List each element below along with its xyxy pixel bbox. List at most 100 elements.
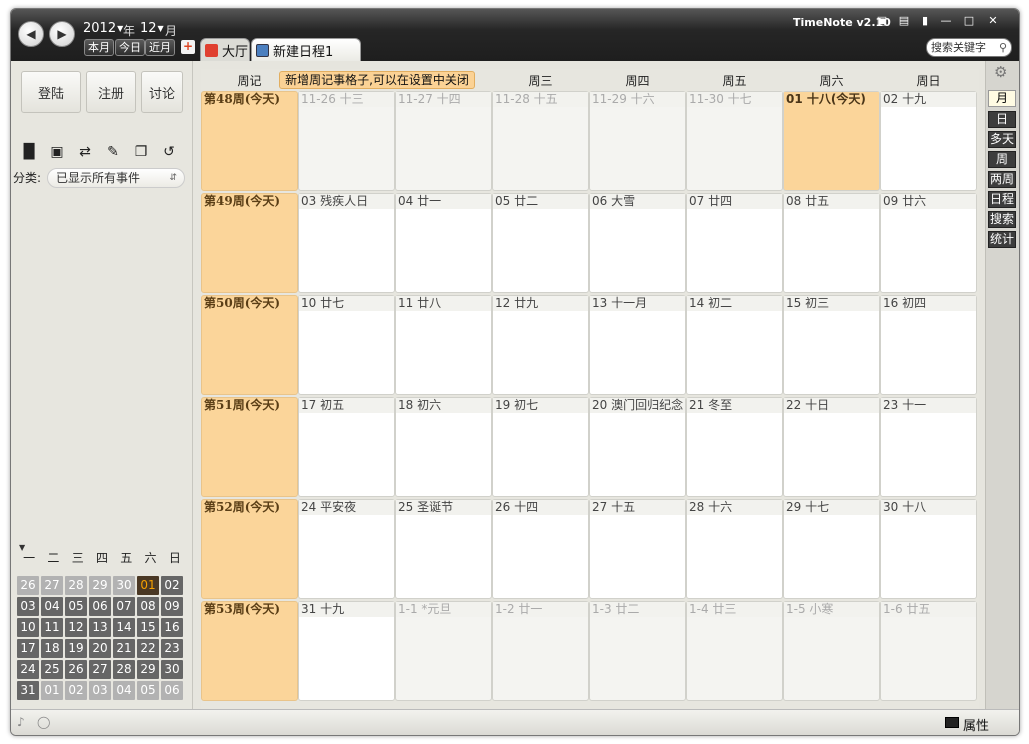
view-schedule-button[interactable]: 日程: [988, 191, 1016, 208]
mini-calendar-day[interactable]: 02: [65, 681, 87, 700]
mini-calendar-day[interactable]: 15: [137, 618, 159, 637]
mini-calendar-day[interactable]: 28: [65, 576, 87, 595]
mini-calendar-day[interactable]: 06: [161, 681, 183, 700]
undo-icon[interactable]: ↺: [159, 142, 179, 162]
category-select[interactable]: 已显示所有事件 ⇵: [47, 168, 185, 188]
mini-calendar-day[interactable]: 30: [113, 576, 135, 595]
close-icon[interactable]: ✕: [986, 14, 1000, 27]
day-cell[interactable]: 25 圣诞节: [395, 499, 492, 599]
mini-calendar-day[interactable]: 12: [65, 618, 87, 637]
day-cell[interactable]: 1-1 *元旦: [395, 601, 492, 701]
mini-calendar-day[interactable]: 29: [89, 576, 111, 595]
day-cell[interactable]: 1-3 廿二: [589, 601, 686, 701]
mini-calendar-day[interactable]: 25: [41, 660, 63, 679]
day-cell[interactable]: 19 初七: [492, 397, 589, 497]
prev-month-button[interactable]: ◀: [18, 21, 44, 47]
lock-icon[interactable]: ▮: [918, 14, 932, 27]
mini-calendar-day[interactable]: 04: [113, 681, 135, 700]
mini-calendar-day[interactable]: 30: [161, 660, 183, 679]
day-cell[interactable]: 08 廿五: [783, 193, 880, 293]
mini-calendar-day[interactable]: 01: [137, 576, 159, 595]
login-button[interactable]: 登陆: [21, 71, 81, 113]
view-day-button[interactable]: 日: [988, 111, 1016, 128]
view-week-button[interactable]: 周: [988, 151, 1016, 168]
day-cell[interactable]: 26 十四: [492, 499, 589, 599]
open-folder-icon[interactable]: █: [19, 142, 39, 162]
day-cell[interactable]: 10 廿七: [298, 295, 395, 395]
mini-calendar-toggle-icon[interactable]: ▼: [19, 543, 25, 552]
search-icon[interactable]: ⚲: [999, 39, 1007, 56]
week-note-cell[interactable]: 第53周(今天): [201, 601, 298, 701]
week-note-cell[interactable]: 第51周(今天): [201, 397, 298, 497]
add-tab-icon[interactable]: +: [181, 40, 195, 54]
day-cell[interactable]: 11 廿八: [395, 295, 492, 395]
day-cell[interactable]: 11-27 十四: [395, 91, 492, 191]
day-cell[interactable]: 01 十八(今天): [783, 91, 880, 191]
maximize-icon[interactable]: □: [962, 14, 976, 27]
day-cell[interactable]: 14 初二: [686, 295, 783, 395]
mini-calendar-day[interactable]: 26: [17, 576, 39, 595]
day-cell[interactable]: 13 十一月: [589, 295, 686, 395]
month-select[interactable]: 12▼: [140, 21, 164, 36]
minimize-icon[interactable]: —: [939, 14, 953, 27]
day-cell[interactable]: 1-6 廿五: [880, 601, 977, 701]
properties-icon[interactable]: [945, 717, 959, 728]
day-cell[interactable]: 1-2 廿一: [492, 601, 589, 701]
mini-calendar-day[interactable]: 10: [17, 618, 39, 637]
this-month-button[interactable]: 本月: [84, 39, 114, 56]
mini-calendar-day[interactable]: 26: [65, 660, 87, 679]
properties-label[interactable]: 属性: [963, 715, 989, 734]
gear-icon[interactable]: ⚙: [994, 63, 1007, 81]
week-note-cell[interactable]: 第49周(今天): [201, 193, 298, 293]
day-cell[interactable]: 04 廿一: [395, 193, 492, 293]
day-cell[interactable]: 05 廿二: [492, 193, 589, 293]
mini-calendar-day[interactable]: 23: [161, 639, 183, 658]
view-two-week-button[interactable]: 两周: [988, 171, 1016, 188]
mini-calendar-day[interactable]: 27: [41, 576, 63, 595]
save-icon[interactable]: ▣: [47, 142, 67, 162]
day-cell[interactable]: 11-26 十三: [298, 91, 395, 191]
mini-calendar-day[interactable]: 24: [17, 660, 39, 679]
mini-mode-icon[interactable]: ▤: [897, 14, 911, 27]
day-cell[interactable]: 28 十六: [686, 499, 783, 599]
day-cell[interactable]: 07 廿四: [686, 193, 783, 293]
mini-calendar-day[interactable]: 18: [41, 639, 63, 658]
mini-calendar-day[interactable]: 03: [89, 681, 111, 700]
tab-lobby[interactable]: 大厅: [200, 38, 250, 61]
mini-calendar-day[interactable]: 05: [137, 681, 159, 700]
search-input[interactable]: 搜索关键字 ⚲: [926, 38, 1012, 57]
view-month-button[interactable]: 月: [988, 90, 1016, 107]
day-cell[interactable]: 20 澳门回归纪念: [589, 397, 686, 497]
register-button[interactable]: 注册: [86, 71, 136, 113]
day-cell[interactable]: 11-29 十六: [589, 91, 686, 191]
mini-calendar-day[interactable]: 02: [161, 576, 183, 595]
week-note-cell[interactable]: 第48周(今天): [201, 91, 298, 191]
day-cell[interactable]: 29 十七: [783, 499, 880, 599]
mini-calendar-day[interactable]: 04: [41, 597, 63, 616]
day-cell[interactable]: 18 初六: [395, 397, 492, 497]
day-cell[interactable]: 31 十九: [298, 601, 395, 701]
transfer-icon[interactable]: ⇄: [75, 142, 95, 162]
day-cell[interactable]: 30 十八: [880, 499, 977, 599]
mini-calendar-day[interactable]: 01: [41, 681, 63, 700]
recent-month-button[interactable]: 近月: [145, 39, 175, 56]
day-cell[interactable]: 21 冬至: [686, 397, 783, 497]
day-cell[interactable]: 11-28 十五: [492, 91, 589, 191]
mini-calendar-day[interactable]: 22: [137, 639, 159, 658]
mini-calendar-day[interactable]: 27: [89, 660, 111, 679]
week-note-cell[interactable]: 第50周(今天): [201, 295, 298, 395]
mini-calendar-day[interactable]: 16: [161, 618, 183, 637]
day-cell[interactable]: 02 十九: [880, 91, 977, 191]
day-cell[interactable]: 09 廿六: [880, 193, 977, 293]
edit-icon[interactable]: ✎: [103, 142, 123, 162]
copy-icon[interactable]: ❐: [131, 142, 151, 162]
day-cell[interactable]: 1-5 小寒: [783, 601, 880, 701]
day-cell[interactable]: 22 十日: [783, 397, 880, 497]
view-multi-day-button[interactable]: 多天: [988, 131, 1016, 148]
mini-calendar-day[interactable]: 09: [161, 597, 183, 616]
lock-status-icon[interactable]: ◯: [37, 715, 50, 729]
mini-calendar-day[interactable]: 29: [137, 660, 159, 679]
mini-calendar-day[interactable]: 07: [113, 597, 135, 616]
mini-calendar-day[interactable]: 08: [137, 597, 159, 616]
mini-calendar-day[interactable]: 05: [65, 597, 87, 616]
